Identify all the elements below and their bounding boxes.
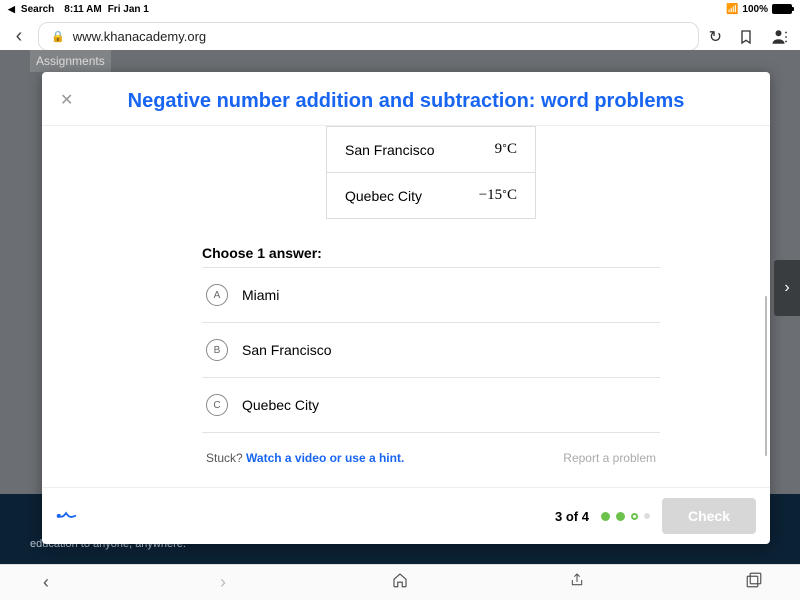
account-button[interactable]: [770, 28, 790, 46]
exercise-modal: ✕ Negative number addition and subtracti…: [42, 72, 770, 544]
status-time: 8:11 AM: [64, 4, 101, 15]
url-text: www.khanacademy.org: [73, 29, 206, 44]
report-problem-link[interactable]: Report a problem: [563, 451, 656, 465]
close-button[interactable]: ✕: [60, 90, 73, 110]
hint-link[interactable]: Watch a video or use a hint.: [246, 451, 404, 465]
progress-dots: [601, 512, 650, 521]
progress-dot: [616, 512, 625, 521]
battery-icon: [772, 4, 792, 14]
option-letter: C: [206, 394, 228, 416]
sidebar-item-assignments: Assignments: [30, 50, 111, 72]
streak-icon: [56, 503, 78, 530]
share-button[interactable]: [565, 571, 589, 594]
option-label: Quebec City: [242, 397, 319, 413]
table-row: San Francisco 9°C: [327, 127, 536, 173]
option-label: Miami: [242, 287, 279, 303]
url-field[interactable]: 🔒 www.khanacademy.org: [38, 22, 699, 51]
city-cell: Quebec City: [327, 173, 458, 219]
answer-option-b[interactable]: B San Francisco: [202, 323, 660, 378]
lock-icon: 🔒: [51, 30, 65, 43]
tabs-button[interactable]: [742, 571, 766, 594]
browser-back-button[interactable]: ‹: [10, 25, 28, 48]
temp-cell: 9°C: [458, 127, 536, 173]
browser-bottom-toolbar: ‹ ›: [0, 564, 800, 600]
back-to-app-caret-icon[interactable]: ◀: [8, 4, 15, 15]
back-to-app-label[interactable]: Search: [21, 4, 54, 15]
exercise-title: Negative number addition and subtraction…: [82, 90, 730, 113]
choose-prompt: Choose 1 answer:: [202, 245, 660, 261]
answer-option-c[interactable]: C Quebec City: [202, 378, 660, 433]
nav-forward-button[interactable]: ›: [211, 572, 235, 593]
modal-footer: 3 of 4 Check: [42, 487, 770, 544]
progress-dot: [631, 513, 638, 520]
scroll-indicator: [765, 296, 767, 456]
progress-text: 3 of 4: [555, 509, 589, 524]
temp-cell: −15°C: [458, 173, 536, 219]
reload-button[interactable]: ↻: [709, 27, 722, 47]
next-question-button[interactable]: ›: [774, 260, 800, 316]
wifi-icon: 📶: [726, 4, 738, 15]
temperature-table: San Francisco 9°C Quebec City −15°C: [326, 126, 536, 219]
answer-list: A Miami B San Francisco C Quebec City: [202, 267, 660, 433]
stuck-label: Stuck?: [206, 451, 243, 465]
answer-option-a[interactable]: A Miami: [202, 267, 660, 323]
status-date: Fri Jan 1: [108, 4, 149, 15]
check-button[interactable]: Check: [662, 498, 756, 534]
home-button[interactable]: [388, 571, 412, 594]
table-row: Quebec City −15°C: [327, 173, 536, 219]
progress-dot: [601, 512, 610, 521]
ios-status-bar: ◀ Search 8:11 AM Fri Jan 1 📶 100%: [0, 0, 800, 18]
city-cell: San Francisco: [327, 127, 458, 173]
option-letter: A: [206, 284, 228, 306]
progress-dot: [644, 513, 650, 519]
bookmark-button[interactable]: [738, 29, 754, 45]
battery-percent: 100%: [742, 4, 768, 15]
option-letter: B: [206, 339, 228, 361]
nav-back-button[interactable]: ‹: [34, 572, 58, 593]
option-label: San Francisco: [242, 342, 331, 358]
